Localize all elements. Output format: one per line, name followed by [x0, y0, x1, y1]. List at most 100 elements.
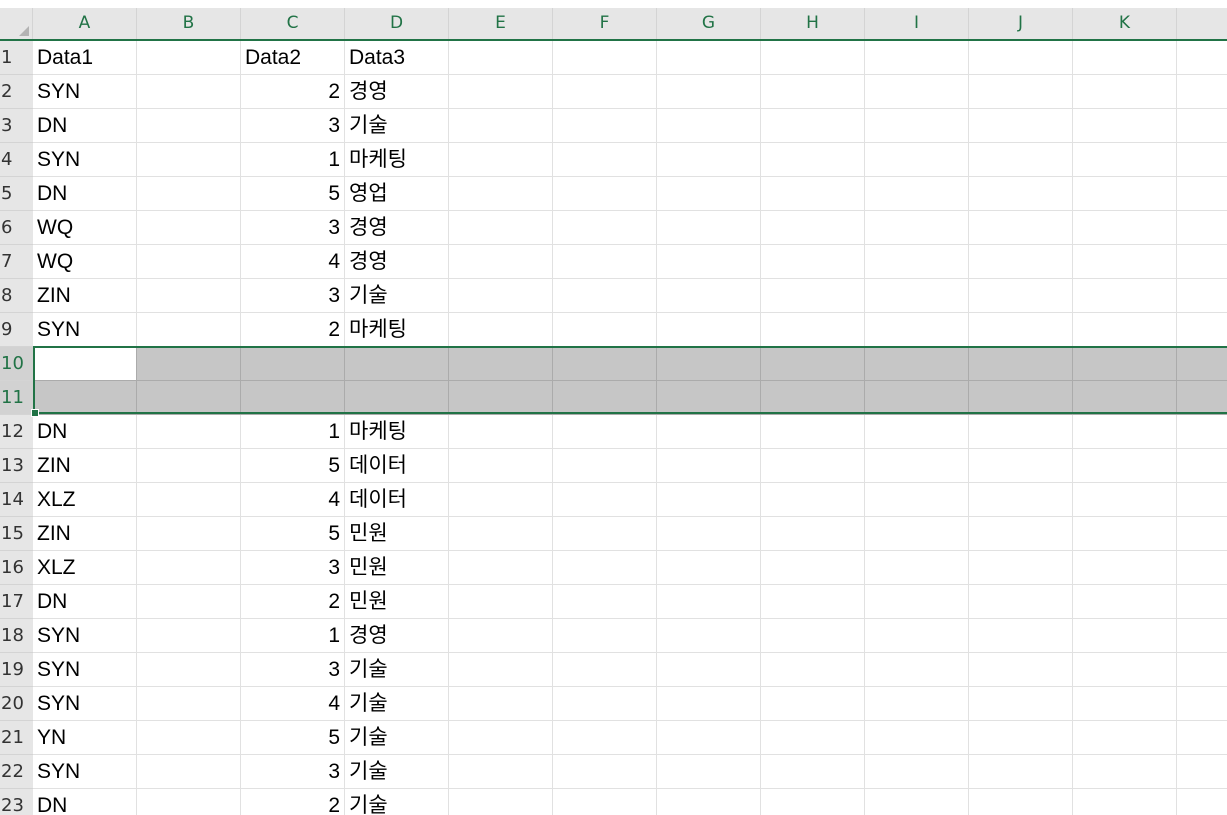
- cell-h1[interactable]: [761, 41, 865, 75]
- row-header-13[interactable]: 13: [0, 449, 33, 483]
- cell-f23[interactable]: [553, 789, 657, 815]
- cell-c11[interactable]: [241, 381, 345, 415]
- cell-h19[interactable]: [761, 653, 865, 687]
- cell-k1[interactable]: [1073, 41, 1177, 75]
- cell-h7[interactable]: [761, 245, 865, 279]
- cell-f19[interactable]: [553, 653, 657, 687]
- cell-j2[interactable]: [969, 75, 1073, 109]
- cell-f18[interactable]: [553, 619, 657, 653]
- cell-g8[interactable]: [657, 279, 761, 313]
- cell-f10[interactable]: [553, 347, 657, 381]
- cell-e20[interactable]: [449, 687, 553, 721]
- cell-a10[interactable]: [33, 347, 137, 381]
- row-header-3[interactable]: 3: [0, 109, 33, 143]
- select-all-button[interactable]: [0, 8, 33, 40]
- cell-d6[interactable]: 경영: [345, 211, 449, 245]
- cell-l18[interactable]: [1177, 619, 1227, 653]
- cell-g7[interactable]: [657, 245, 761, 279]
- row-header-9[interactable]: 9: [0, 313, 33, 347]
- cell-a1[interactable]: Data1: [33, 41, 137, 75]
- cell-j5[interactable]: [969, 177, 1073, 211]
- cell-c15[interactable]: 5: [241, 517, 345, 551]
- cell-k11[interactable]: [1073, 381, 1177, 415]
- cell-k2[interactable]: [1073, 75, 1177, 109]
- cell-c20[interactable]: 4: [241, 687, 345, 721]
- cell-j3[interactable]: [969, 109, 1073, 143]
- cell-k13[interactable]: [1073, 449, 1177, 483]
- cell-f13[interactable]: [553, 449, 657, 483]
- cell-d1[interactable]: Data3: [345, 41, 449, 75]
- cell-d4[interactable]: 마케팅: [345, 143, 449, 177]
- cell-j19[interactable]: [969, 653, 1073, 687]
- cell-f16[interactable]: [553, 551, 657, 585]
- cell-d2[interactable]: 경영: [345, 75, 449, 109]
- cell-i16[interactable]: [865, 551, 969, 585]
- cell-d12[interactable]: 마케팅: [345, 415, 449, 449]
- cell-a23[interactable]: DN: [33, 789, 137, 815]
- cell-l6[interactable]: [1177, 211, 1227, 245]
- cell-f17[interactable]: [553, 585, 657, 619]
- cell-b1[interactable]: [137, 41, 241, 75]
- cell-b20[interactable]: [137, 687, 241, 721]
- cell-k19[interactable]: [1073, 653, 1177, 687]
- cell-b15[interactable]: [137, 517, 241, 551]
- cell-a20[interactable]: SYN: [33, 687, 137, 721]
- column-header-d[interactable]: D: [345, 8, 449, 40]
- cell-l15[interactable]: [1177, 517, 1227, 551]
- cell-i3[interactable]: [865, 109, 969, 143]
- cell-d17[interactable]: 민원: [345, 585, 449, 619]
- column-header-e[interactable]: E: [449, 8, 553, 40]
- cell-k10[interactable]: [1073, 347, 1177, 381]
- column-header-b[interactable]: B: [137, 8, 241, 40]
- cell-j9[interactable]: [969, 313, 1073, 347]
- cell-i19[interactable]: [865, 653, 969, 687]
- cell-b5[interactable]: [137, 177, 241, 211]
- cell-j11[interactable]: [969, 381, 1073, 415]
- cell-b22[interactable]: [137, 755, 241, 789]
- cell-j18[interactable]: [969, 619, 1073, 653]
- cell-a5[interactable]: DN: [33, 177, 137, 211]
- cell-e2[interactable]: [449, 75, 553, 109]
- cell-l16[interactable]: [1177, 551, 1227, 585]
- cell-f8[interactable]: [553, 279, 657, 313]
- cell-a18[interactable]: SYN: [33, 619, 137, 653]
- cell-e4[interactable]: [449, 143, 553, 177]
- cell-b8[interactable]: [137, 279, 241, 313]
- cell-d22[interactable]: 기술: [345, 755, 449, 789]
- cell-h9[interactable]: [761, 313, 865, 347]
- cell-d11[interactable]: [345, 381, 449, 415]
- cell-c12[interactable]: 1: [241, 415, 345, 449]
- cell-l19[interactable]: [1177, 653, 1227, 687]
- cell-b4[interactable]: [137, 143, 241, 177]
- row-header-6[interactable]: 6: [0, 211, 33, 245]
- row-header-7[interactable]: 7: [0, 245, 33, 279]
- cell-j14[interactable]: [969, 483, 1073, 517]
- column-header-c[interactable]: C: [241, 8, 345, 40]
- cell-g14[interactable]: [657, 483, 761, 517]
- cell-g9[interactable]: [657, 313, 761, 347]
- cell-d9[interactable]: 마케팅: [345, 313, 449, 347]
- cell-b10[interactable]: [137, 347, 241, 381]
- row-header-4[interactable]: 4: [0, 143, 33, 177]
- cell-c4[interactable]: 1: [241, 143, 345, 177]
- cell-h3[interactable]: [761, 109, 865, 143]
- cell-c19[interactable]: 3: [241, 653, 345, 687]
- row-header-22[interactable]: 22: [0, 755, 33, 789]
- column-header-h[interactable]: H: [761, 8, 865, 40]
- cell-l2[interactable]: [1177, 75, 1227, 109]
- spreadsheet-grid[interactable]: A B C D E F G H I J K 1 Data1 Data2 Data3 2 SYN 2 경영 3 DN 3 기술…: [0, 0, 1227, 815]
- cell-l21[interactable]: [1177, 721, 1227, 755]
- cell-d7[interactable]: 경영: [345, 245, 449, 279]
- cell-c1[interactable]: Data2: [241, 41, 345, 75]
- cell-f5[interactable]: [553, 177, 657, 211]
- cell-j17[interactable]: [969, 585, 1073, 619]
- cell-f2[interactable]: [553, 75, 657, 109]
- cell-g18[interactable]: [657, 619, 761, 653]
- row-header-14[interactable]: 14: [0, 483, 33, 517]
- cell-b3[interactable]: [137, 109, 241, 143]
- cell-e9[interactable]: [449, 313, 553, 347]
- cell-a14[interactable]: XLZ: [33, 483, 137, 517]
- column-header-f[interactable]: F: [553, 8, 657, 40]
- cell-k7[interactable]: [1073, 245, 1177, 279]
- cell-c2[interactable]: 2: [241, 75, 345, 109]
